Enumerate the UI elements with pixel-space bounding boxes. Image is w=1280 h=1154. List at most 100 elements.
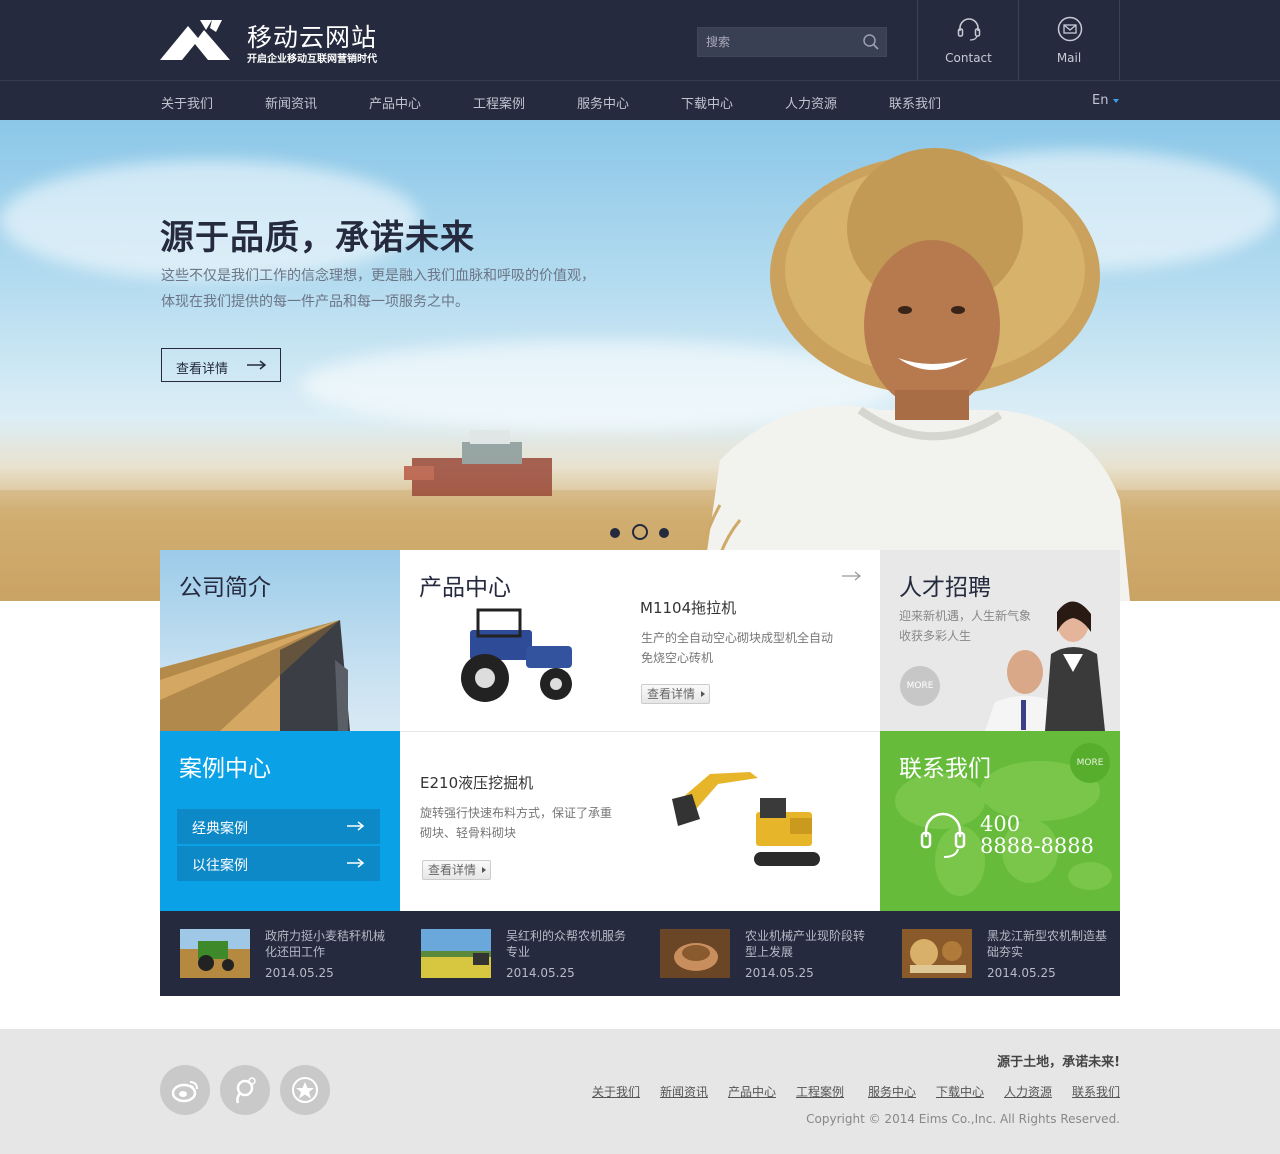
footer-link-download[interactable]: 下载中心 — [936, 1083, 984, 1100]
news-item[interactable]: 吴红利的众帮农机服务专业 2014.05.25 — [421, 928, 651, 983]
products-card-second: E210液压挖掘机 旋转强行快速布料方式，保证了承重 砌块、轻骨料砌块 查看详情 — [400, 731, 880, 911]
farmer-image — [700, 148, 1130, 601]
footer-link-news[interactable]: 新闻资讯 — [660, 1083, 708, 1100]
case-link-previous[interactable]: 以往案例 — [177, 846, 380, 881]
footer-slogan: 源于土地，承诺未来! — [997, 1055, 1120, 1070]
news-date: 2014.05.25 — [745, 966, 814, 980]
case-link-label: 以往案例 — [192, 858, 248, 874]
logo-icon[interactable] — [160, 18, 230, 62]
tencent-weibo-icon — [236, 1077, 256, 1104]
footer-link-cases[interactable]: 工程案例 — [796, 1083, 844, 1100]
business-people-image — [985, 601, 1105, 731]
phone-line: 400 — [980, 812, 1021, 836]
product-details-button[interactable]: 查看详情 — [641, 684, 711, 704]
footer-link-about[interactable]: 关于我们 — [592, 1083, 640, 1100]
arrow-right-icon — [347, 821, 365, 831]
contact-button[interactable]: Contact — [917, 0, 1019, 80]
cases-title: 案例中心 — [179, 756, 271, 782]
feature-grid: 公司简介 产品中心 M1104拖拉机 生产的全自动空心砌块成型机全自动 免烧空心 — [160, 550, 1120, 996]
footer-link-products[interactable]: 产品中心 — [728, 1083, 776, 1100]
mail-label: Mail — [1056, 51, 1082, 65]
site-subtitle: 开启企业移动互联网营销时代 — [247, 54, 377, 65]
company-intro-card[interactable]: 公司简介 — [160, 550, 400, 731]
news-thumbnail — [421, 929, 491, 978]
phone-line: 8888-8888 — [980, 834, 1094, 858]
arrow-right-icon[interactable] — [842, 570, 862, 582]
favorite-button[interactable] — [280, 1065, 330, 1115]
language-selector[interactable]: En — [1092, 93, 1120, 108]
news-thumbnail — [660, 929, 730, 978]
search-input[interactable] — [698, 28, 858, 56]
search-box — [697, 27, 887, 57]
weibo-icon — [171, 1081, 198, 1103]
footer-links: 关于我们 新闻资讯 产品中心 工程案例 服务中心 下载中心 人力资源 联系我们 — [590, 1083, 1120, 1103]
weibo-button[interactable] — [160, 1065, 210, 1115]
footer-link-service[interactable]: 服务中心 — [868, 1083, 916, 1100]
nav-item-hr[interactable]: 人力资源 — [785, 93, 837, 112]
news-strip: 政府力挺小麦秸秆机械化还田工作 2014.05.25 吴红利的众帮农机服务专业 … — [160, 911, 1120, 996]
products-card: 产品中心 M1104拖拉机 生产的全自动空心砌块成型机全自动 免烧空心砖机 查看… — [400, 550, 880, 731]
mail-button[interactable]: Mail — [1018, 0, 1120, 80]
site-title[interactable]: 移动云网站 — [247, 18, 377, 54]
nav-item-products[interactable]: 产品中心 — [369, 93, 421, 112]
footer-link-hr[interactable]: 人力资源 — [1004, 1083, 1052, 1100]
hero-button-label: 查看详情 — [176, 362, 229, 377]
products-title: 产品中心 — [419, 575, 511, 601]
nav-item-download[interactable]: 下载中心 — [681, 93, 733, 112]
nav-item-cases[interactable]: 工程案例 — [473, 93, 525, 112]
language-label: En — [1092, 93, 1109, 108]
news-item[interactable]: 农业机械产业现阶段转型上发展 2014.05.25 — [660, 928, 890, 983]
arrow-right-icon — [347, 858, 365, 868]
hero-description: 这些不仅是我们工作的信念理想，更是融入我们血脉和呼吸的价值观， 体现在我们提供的… — [161, 263, 681, 315]
news-date: 2014.05.25 — [987, 966, 1056, 980]
nav-item-contact[interactable]: 联系我们 — [889, 93, 941, 112]
product-name[interactable]: E210液压挖掘机 — [420, 772, 533, 793]
news-item[interactable]: 黑龙江新型农机制造基础夯实 2014.05.25 — [902, 928, 1132, 983]
news-date: 2014.05.25 — [506, 966, 575, 980]
product-desc-line: 砌块、轻骨料砌块 — [420, 826, 517, 840]
mail-icon — [1057, 16, 1083, 42]
contact-title: 联系我们 — [899, 756, 991, 782]
product-details-button[interactable]: 查看详情 — [422, 860, 492, 880]
contact-more-button[interactable]: MORE — [1070, 743, 1110, 783]
footer: 源于土地，承诺未来! 关于我们 新闻资讯 产品中心 工程案例 服务中心 下载中心… — [0, 1029, 1280, 1154]
tractor-image[interactable] — [440, 608, 580, 703]
star-icon — [292, 1077, 318, 1103]
slider-dot[interactable] — [659, 528, 669, 538]
news-title: 农业机械产业现阶段转型上发展 — [745, 929, 866, 959]
slider-dot[interactable] — [610, 528, 620, 538]
product-name[interactable]: M1104拖拉机 — [640, 597, 736, 618]
slider-dots — [610, 524, 680, 542]
contact-phone: 400 8888-8888 — [980, 813, 1094, 857]
hero-desc-line: 这些不仅是我们工作的信念理想，更是融入我们血脉和呼吸的价值观， — [161, 268, 595, 284]
nav-item-about[interactable]: 关于我们 — [161, 93, 213, 112]
slider-dot-active[interactable] — [632, 524, 648, 540]
news-title: 黑龙江新型农机制造基础夯实 — [987, 929, 1108, 959]
nav-item-service[interactable]: 服务中心 — [577, 93, 629, 112]
main-nav: 关于我们 新闻资讯 产品中心 工程案例 服务中心 下载中心 人力资源 联系我们 … — [0, 80, 1280, 120]
hero-details-button[interactable]: 查看详情 — [161, 348, 281, 382]
hero-desc-line: 体现在我们提供的每一件产品和每一项服务之中。 — [161, 294, 469, 310]
contact-card[interactable]: 联系我们 MORE 400 8888-8888 — [880, 731, 1120, 911]
recruitment-more-button[interactable]: MORE — [900, 666, 940, 706]
news-title: 吴红利的众帮农机服务专业 — [506, 929, 627, 959]
excavator-image[interactable] — [670, 764, 830, 879]
headset-icon — [957, 18, 981, 41]
news-item[interactable]: 政府力挺小麦秸秆机械化还田工作 2014.05.25 — [180, 928, 410, 983]
harvester-image — [404, 430, 552, 496]
recruitment-card[interactable]: 人才招聘 迎来新机遇，人生新气象 收获多彩人生 MORE — [880, 550, 1120, 731]
building-image — [160, 620, 350, 731]
copyright: Copyright © 2014 Eims Co.,Inc. All Right… — [806, 1112, 1120, 1126]
headset-icon — [920, 812, 966, 858]
nav-item-news[interactable]: 新闻资讯 — [265, 93, 317, 112]
header-bar: 移动云网站 开启企业移动互联网营销时代 Contact Mail — [0, 0, 1280, 80]
news-title: 政府力挺小麦秸秆机械化还田工作 — [265, 929, 386, 959]
case-link-classic[interactable]: 经典案例 — [177, 809, 380, 844]
product-desc-line: 免烧空心砖机 — [641, 651, 714, 665]
footer-link-contact[interactable]: 联系我们 — [1072, 1083, 1120, 1100]
arrow-right-icon — [247, 360, 267, 370]
product-description: 生产的全自动空心砌块成型机全自动 免烧空心砖机 — [641, 628, 833, 668]
search-icon[interactable] — [862, 33, 880, 51]
hero-title: 源于品质，承诺未来 — [160, 218, 475, 258]
tencent-weibo-button[interactable] — [220, 1065, 270, 1115]
